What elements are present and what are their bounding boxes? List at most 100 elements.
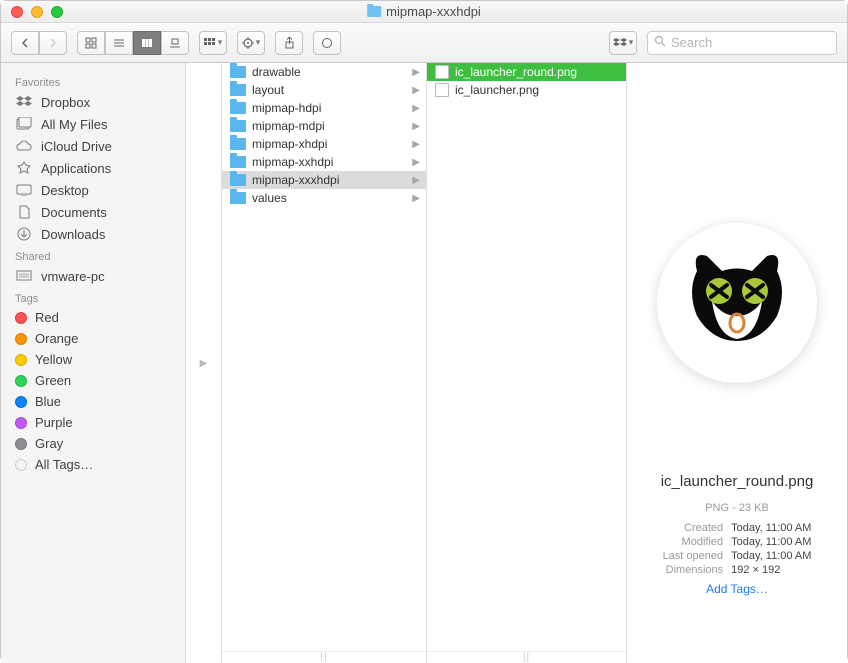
chevron-right-icon: ▶ [412,157,420,168]
folder-row-selected[interactable]: mipmap-xxxhdpi▶ [222,171,426,189]
tag-dot-icon [15,459,27,471]
sidebar-shared-header: Shared [1,245,185,265]
tag-dot-icon [15,438,27,450]
view-columns-button[interactable] [133,31,161,55]
tag-dot-icon [15,354,27,366]
window-title-text: mipmap-xxxhdpi [386,4,481,19]
sidebar-tag-purple[interactable]: Purple [1,412,185,433]
forward-button[interactable] [39,31,67,55]
chevron-right-icon: ▶ [412,175,420,186]
chevron-right-icon: ▶ [412,139,420,150]
add-tags-button[interactable]: Add Tags… [706,582,768,596]
toolbar: ▾ ▾ ▾ Search [1,23,847,63]
meta-value: 192 × 192 [731,564,811,576]
back-button[interactable] [11,31,39,55]
window-title: mipmap-xxxhdpi [367,4,481,19]
folder-row[interactable]: mipmap-xhdpi▶ [222,135,426,153]
nav-buttons [11,31,67,55]
folder-icon [230,192,246,204]
search-field[interactable]: Search [647,31,837,55]
chevron-right-icon: ▶ [412,103,420,114]
share-button[interactable] [275,31,303,55]
view-coverflow-button[interactable] [161,31,189,55]
documents-icon [15,204,33,220]
dropbox-icon [15,94,33,110]
chevron-right-icon: ▶ [412,121,420,132]
tag-dot-icon [15,312,27,324]
cloud-icon [15,138,33,154]
folder-row[interactable]: mipmap-xxhdpi▶ [222,153,426,171]
folder-row[interactable]: values▶ [222,189,426,207]
sidebar-tags-header: Tags [1,287,185,307]
view-buttons [77,31,189,55]
tag-dot-icon [15,333,27,345]
folder-row[interactable]: mipmap-hdpi▶ [222,99,426,117]
sidebar-all-tags[interactable]: All Tags… [1,454,185,475]
fullscreen-window-button[interactable] [51,6,63,18]
column-files: ic_launcher_round.png ic_launcher.png || [427,63,627,663]
close-window-button[interactable] [11,6,23,18]
action-button[interactable]: ▾ [237,31,265,55]
sidebar-tag-blue[interactable]: Blue [1,391,185,412]
sidebar-item-desktop[interactable]: Desktop [1,179,185,201]
sidebar-item-applications[interactable]: Applications [1,157,185,179]
sidebar-item-vmware-pc[interactable]: vmware-pc [1,265,185,287]
folder-row[interactable]: drawable▶ [222,63,426,81]
folder-icon [230,120,246,132]
search-icon [654,35,666,50]
chevron-right-icon: ▶ [412,193,420,204]
file-row-selected[interactable]: ic_launcher_round.png [427,63,626,81]
tag-dot-icon [15,396,27,408]
preview-thumbnail [657,223,817,383]
dropbox-toolbar-button[interactable]: ▾ [609,31,637,55]
sidebar-tag-orange[interactable]: Orange [1,328,185,349]
folder-icon [230,66,246,78]
meta-key: Created [663,522,724,534]
sidebar-tag-green[interactable]: Green [1,370,185,391]
tag-dot-icon [15,375,27,387]
sidebar-tag-gray[interactable]: Gray [1,433,185,454]
chevron-right-icon: ▶ [200,358,208,369]
tags-button[interactable] [313,31,341,55]
chevron-right-icon: ▶ [412,85,420,96]
search-placeholder: Search [671,35,712,50]
folder-row[interactable]: layout▶ [222,81,426,99]
folder-icon [367,6,381,17]
folder-icon [230,84,246,96]
sidebar-item-icloud[interactable]: iCloud Drive [1,135,185,157]
meta-value: Today, 11:00 AM [731,550,811,562]
downloads-icon [15,226,33,242]
minimize-window-button[interactable] [31,6,43,18]
tag-dot-icon [15,417,27,429]
folder-icon [230,102,246,114]
meta-key: Last opened [663,550,724,562]
traffic-lights [11,6,63,18]
column-resize-handle[interactable]: || [427,651,626,663]
arrange-button[interactable]: ▾ [199,31,227,55]
file-row[interactable]: ic_launcher.png [427,81,626,99]
view-list-button[interactable] [105,31,133,55]
meta-key: Dimensions [663,564,724,576]
chevron-right-icon: ▶ [412,67,420,78]
sidebar-tag-red[interactable]: Red [1,307,185,328]
column-resize-handle[interactable]: || [222,651,426,663]
preview-pane: ic_launcher_round.png PNG - 23 KB Create… [627,63,847,663]
sidebar-item-downloads[interactable]: Downloads [1,223,185,245]
meta-value: Today, 11:00 AM [731,522,811,534]
sidebar: Favorites Dropbox All My Files iCloud Dr… [1,63,186,663]
apps-icon [15,160,33,176]
pc-icon [15,268,33,284]
column-browser: ▶ drawable▶ layout▶ mipmap-hdpi▶ mipmap-… [186,63,847,663]
allfiles-icon [15,116,33,132]
sidebar-tag-yellow[interactable]: Yellow [1,349,185,370]
column-folders: drawable▶ layout▶ mipmap-hdpi▶ mipmap-md… [222,63,427,663]
folder-icon [230,156,246,168]
folder-icon [230,138,246,150]
sidebar-item-documents[interactable]: Documents [1,201,185,223]
folder-row[interactable]: mipmap-mdpi▶ [222,117,426,135]
image-file-icon [435,83,449,97]
sidebar-item-all-my-files[interactable]: All My Files [1,113,185,135]
view-icons-button[interactable] [77,31,105,55]
preview-metadata: CreatedToday, 11:00 AM ModifiedToday, 11… [663,522,812,576]
sidebar-item-dropbox[interactable]: Dropbox [1,91,185,113]
